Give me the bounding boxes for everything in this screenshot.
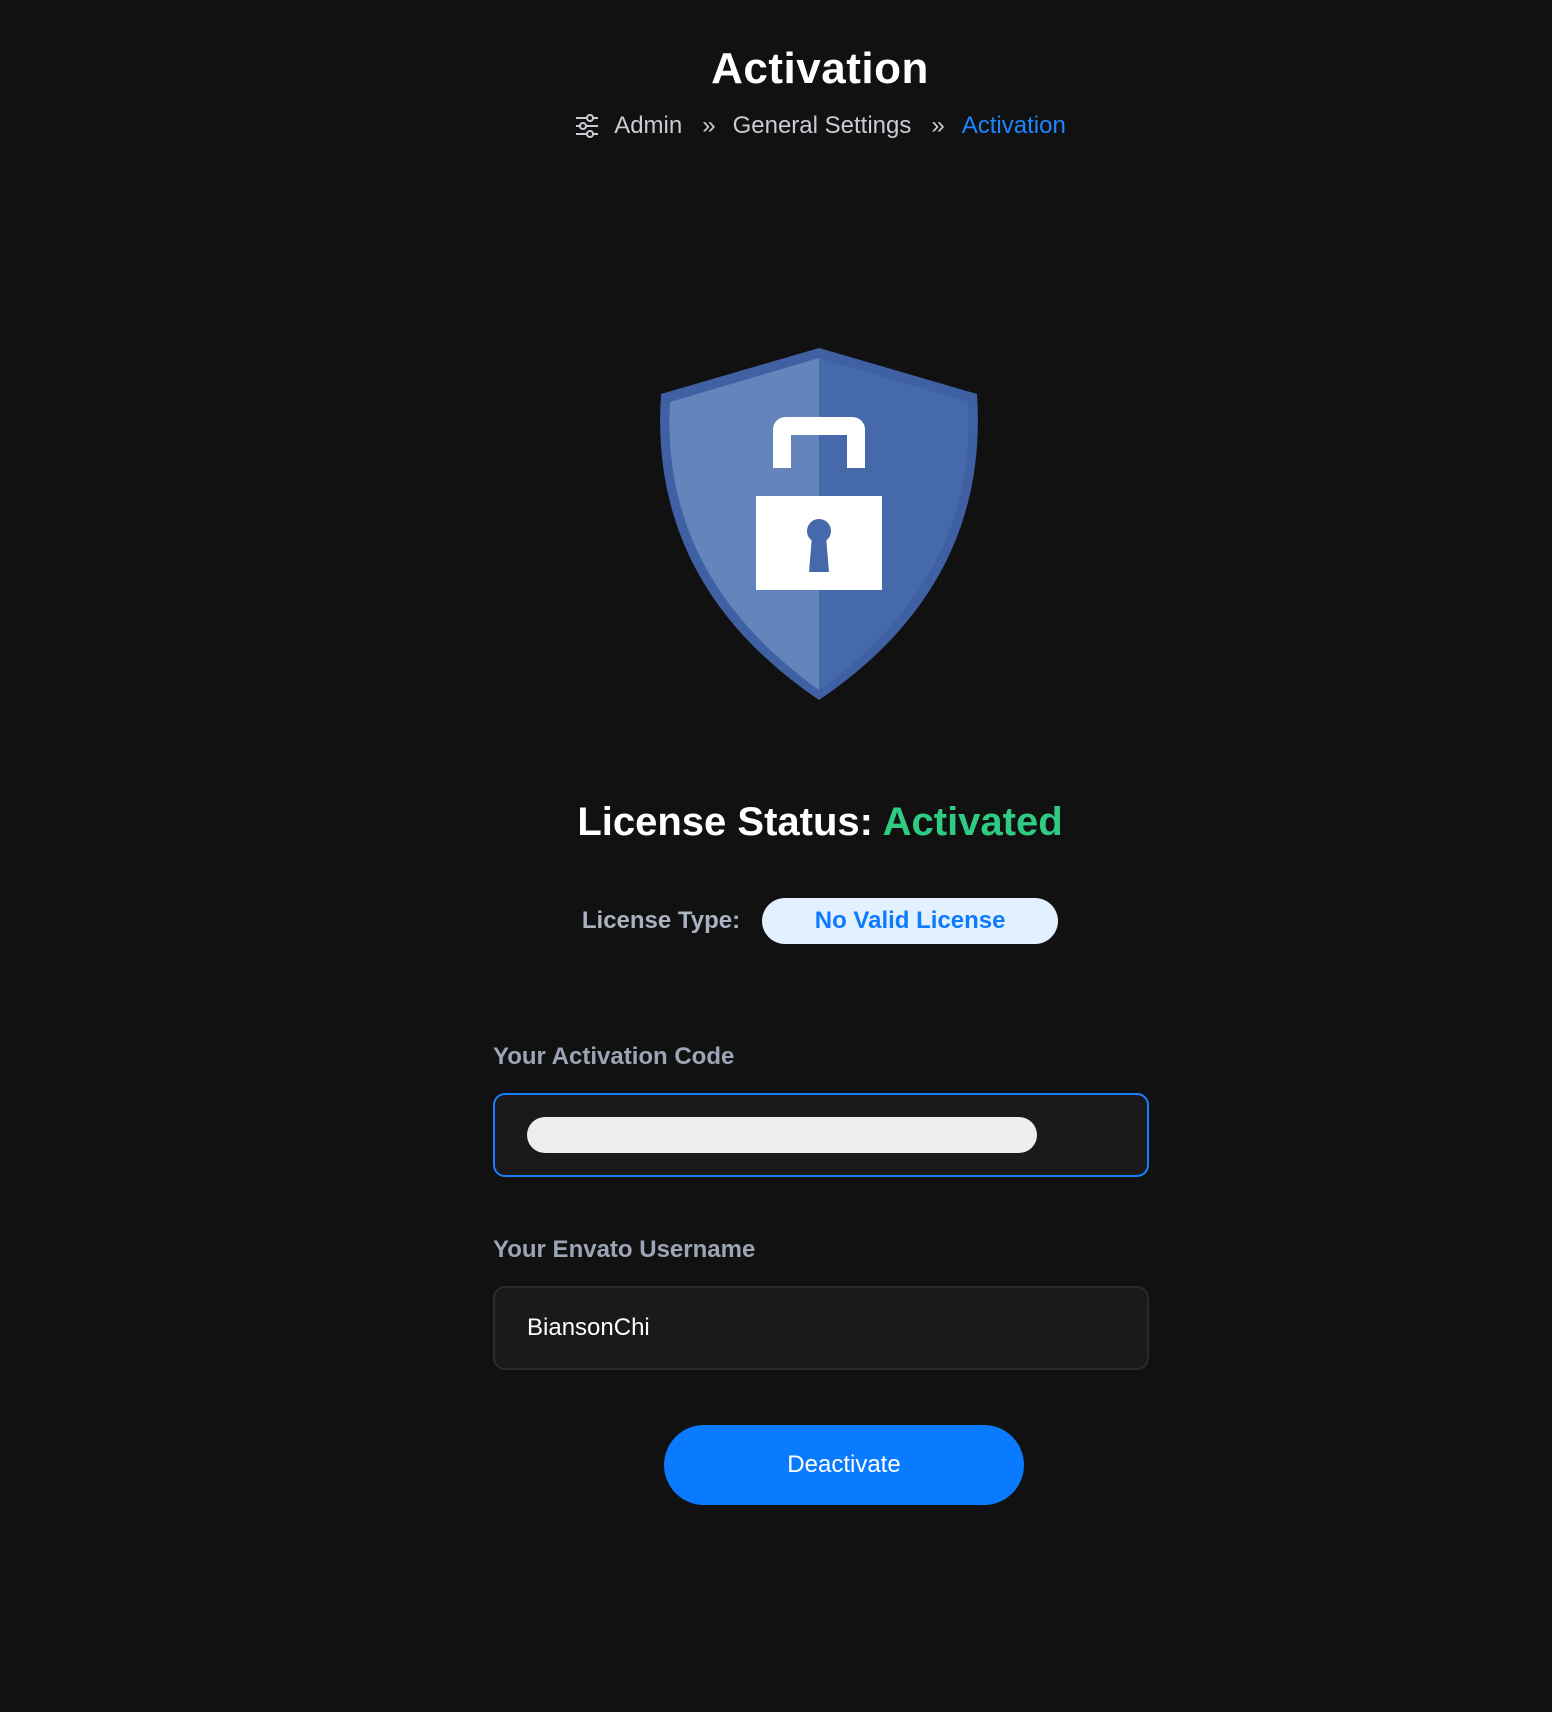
breadcrumb: Admin » General Settings » Activation bbox=[0, 112, 1552, 140]
settings-sliders-icon bbox=[574, 114, 600, 138]
shield-lock-icon bbox=[660, 348, 978, 700]
license-type-badge: No Valid License bbox=[762, 898, 1059, 944]
activation-code-input[interactable] bbox=[493, 1093, 1149, 1177]
license-type-row: License Type: No Valid License bbox=[0, 898, 1552, 944]
license-status: License Status: Activated bbox=[0, 800, 1552, 845]
redacted-activation-code bbox=[527, 1117, 1037, 1153]
breadcrumb-activation: Activation bbox=[961, 112, 1066, 139]
breadcrumb-separator: » bbox=[931, 112, 944, 139]
license-type-label: License Type: bbox=[581, 907, 741, 934]
deactivate-button[interactable]: Deactivate bbox=[664, 1425, 1024, 1505]
envato-username-value: BiansonChi bbox=[527, 1314, 650, 1341]
envato-username-input[interactable]: BiansonChi bbox=[493, 1286, 1149, 1370]
envato-username-label: Your Envato Username bbox=[493, 1236, 756, 1263]
breadcrumb-separator: » bbox=[702, 112, 715, 139]
license-status-label: License Status: bbox=[577, 800, 873, 844]
page-title: Activation bbox=[711, 44, 929, 93]
license-status-value: Activated bbox=[882, 800, 1063, 844]
activation-code-label: Your Activation Code bbox=[493, 1043, 735, 1070]
breadcrumb-admin[interactable]: Admin bbox=[614, 112, 682, 140]
breadcrumb-general-settings[interactable]: General Settings bbox=[733, 112, 912, 140]
